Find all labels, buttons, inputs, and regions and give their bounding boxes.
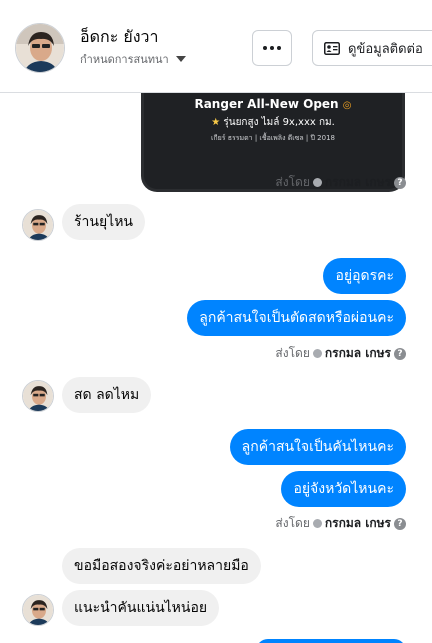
gear-icon <box>312 178 322 187</box>
sent-by-prefix: ส่งโดย <box>275 346 310 360</box>
message-bubble-incoming[interactable]: ขอมือสองจริงค่ะอย่าหลายมือ <box>62 548 261 584</box>
contact-avatar[interactable] <box>15 23 65 73</box>
sent-by-prefix: ส่งโดย <box>275 516 310 530</box>
view-contact-label: ดูข้อมูลติดต่อ <box>348 41 423 57</box>
message-bubble-outgoing[interactable]: อยู่อุดรคะ <box>323 258 406 294</box>
more-dots-icon <box>263 46 281 50</box>
conversation-header: อ็ดกะ ยังวา กำหนดการสนทนา ดูข้อมูลติดต่อ <box>0 0 432 93</box>
avatar[interactable] <box>22 209 54 241</box>
avatar[interactable] <box>22 380 54 412</box>
sent-by-info: ส่งโดย กรกมล เกษร ? <box>275 344 406 363</box>
conversation-schedule[interactable]: กำหนดการสนทนา <box>80 50 186 68</box>
verified-badge-icon: ◎ <box>342 100 352 111</box>
help-icon[interactable]: ? <box>394 347 406 360</box>
sent-by-info: ส่งโดย กรกมล เกษร ? <box>275 173 406 192</box>
conversation-schedule-label: กำหนดการสนทนา <box>80 53 169 66</box>
star-icon: ★ <box>211 117 221 128</box>
more-options-button[interactable] <box>252 30 292 66</box>
message-thread[interactable]: Ranger All-New Open ◎ ★ รุ่นยกสูง ไมล์ 9… <box>0 93 432 643</box>
message-bubble-outgoing-partial[interactable] <box>256 639 406 643</box>
sent-by-info: ส่งโดย กรกมล เกษร ? <box>275 514 406 533</box>
card-meta: เกียร์ ธรรมดา | เชื้อเพลิง ดีเซล | ปี 20… <box>211 134 335 142</box>
message-bubble-incoming[interactable]: ร้านยุไหน <box>62 204 145 240</box>
message-bubble-incoming[interactable]: แนะนำคันแน่นไหน่อย <box>62 590 220 626</box>
card-subtitle: ★ รุ่นยกสูง ไมล์ 9x,xxx กม. <box>211 117 335 128</box>
avatar[interactable] <box>22 594 54 626</box>
card-title: Ranger All-New Open ◎ <box>194 97 352 111</box>
gear-icon <box>312 519 322 528</box>
message-bubble-outgoing[interactable]: อยู่จังหวัดไหนคะ <box>281 471 406 507</box>
help-icon[interactable]: ? <box>394 517 406 530</box>
contact-card-icon <box>324 41 340 55</box>
sender-name: กรกมล เกษร <box>324 346 391 360</box>
message-bubble-incoming[interactable]: สด ลดไหม <box>62 377 152 413</box>
sender-name: กรกมล เกษร <box>324 175 391 189</box>
sent-by-prefix: ส่งโดย <box>275 175 310 189</box>
sender-name: กรกมล เกษร <box>324 516 391 530</box>
help-icon[interactable]: ? <box>394 176 406 189</box>
message-bubble-outgoing[interactable]: ลูกค้าสนใจเป็นตัดสดหรือผ่อนคะ <box>187 300 406 336</box>
view-contact-button[interactable]: ดูข้อมูลติดต่อ <box>312 30 432 66</box>
contact-name: อ็ดกะ ยังวา <box>80 27 159 46</box>
message-bubble-outgoing[interactable]: ลูกค้าสนใจเป็นคันไหนคะ <box>229 429 406 465</box>
gear-icon <box>312 349 322 358</box>
caret-down-icon <box>175 56 186 62</box>
